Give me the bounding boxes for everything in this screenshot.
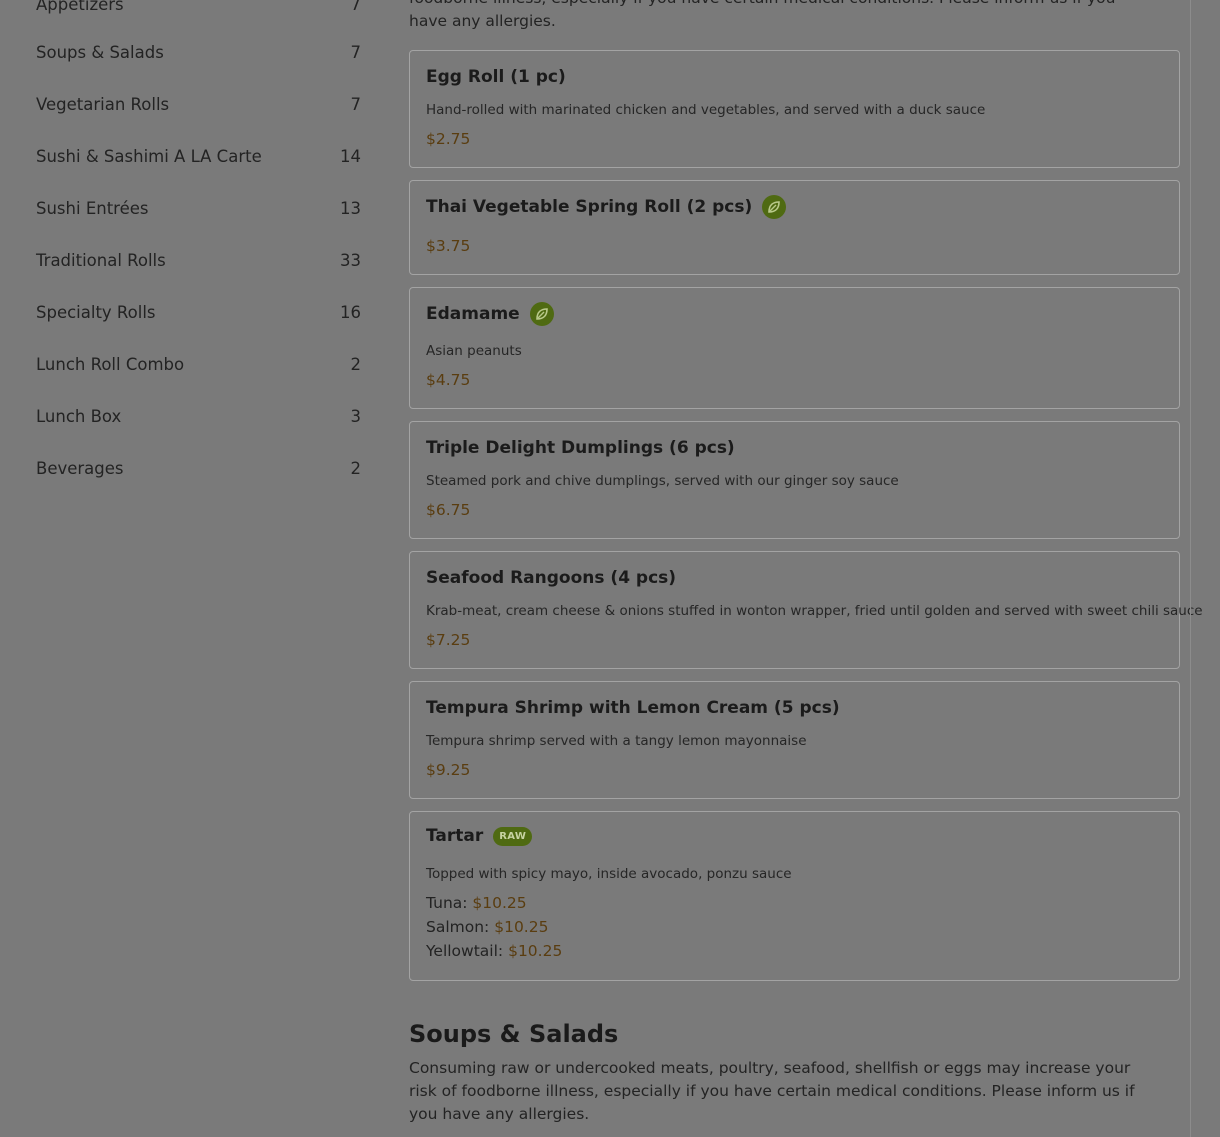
category-traditional-rolls[interactable]: Traditional Rolls 33 bbox=[36, 246, 361, 274]
category-count: 7 bbox=[350, 42, 362, 62]
category-lunch-box[interactable]: Lunch Box 3 bbox=[36, 402, 361, 430]
category-label: Soups & Salads bbox=[36, 42, 164, 62]
item-price: $7.25 bbox=[426, 631, 471, 649]
item-option: Yellowtail: $10.25 bbox=[426, 942, 563, 960]
category-label: Specialty Rolls bbox=[36, 302, 156, 322]
item-option: Tuna: $10.25 bbox=[426, 894, 527, 912]
category-sidebar: Appetizers 7 Soups & Salads 7 Vegetarian… bbox=[0, 0, 395, 1137]
item-name: Edamame bbox=[426, 302, 554, 326]
item-description: Asian peanuts bbox=[426, 343, 522, 359]
category-label: Beverages bbox=[36, 458, 124, 478]
item-description: Topped with spicy mayo, inside avocado, … bbox=[426, 866, 792, 882]
category-beverages[interactable]: Beverages 2 bbox=[36, 454, 361, 482]
item-price: $4.75 bbox=[426, 371, 471, 389]
menu-item-card[interactable]: Seafood Rangoons (4 pcs) Krab-meat, crea… bbox=[409, 551, 1203, 669]
item-price: $2.75 bbox=[426, 130, 471, 148]
category-label: Traditional Rolls bbox=[36, 250, 166, 270]
category-label: Appetizers bbox=[36, 0, 124, 14]
category-sushi-entrees[interactable]: Sushi Entrées 13 bbox=[36, 194, 361, 222]
option-price: $10.25 bbox=[494, 918, 549, 936]
item-price: $3.75 bbox=[426, 237, 471, 255]
category-label: Lunch Box bbox=[36, 406, 122, 426]
item-description: Tempura shrimp served with a tangy lemon… bbox=[426, 733, 807, 749]
category-label: Sushi & Sashimi A LA Carte bbox=[36, 146, 262, 166]
allergy-notice: Consuming raw or undercooked meats, poul… bbox=[409, 1059, 1135, 1123]
category-sushi-sashimi[interactable]: Sushi & Sashimi A LA Carte 14 bbox=[36, 142, 361, 170]
raw-badge: RAW bbox=[493, 826, 533, 846]
allergy-notice: foodborne illness, especially if you hav… bbox=[409, 0, 1115, 30]
scroll-divider bbox=[1190, 0, 1191, 1137]
category-count: 16 bbox=[340, 302, 361, 322]
item-name: Egg Roll (1 pc) bbox=[426, 67, 566, 87]
category-count: 33 bbox=[340, 250, 361, 270]
section-title: Soups & Salads bbox=[409, 1020, 619, 1048]
category-lunch-roll-combo[interactable]: Lunch Roll Combo 2 bbox=[36, 350, 361, 378]
item-description: Steamed pork and chive dumplings, served… bbox=[426, 473, 899, 489]
menu-item-card[interactable]: Egg Roll (1 pc) Hand-rolled with marinat… bbox=[409, 50, 1180, 168]
item-name: Tartar RAW bbox=[426, 826, 533, 846]
menu-item-card[interactable]: Tartar RAW Topped with spicy mayo, insid… bbox=[409, 811, 1180, 981]
category-appetizers[interactable]: Appetizers 7 bbox=[36, 0, 361, 18]
item-price: $9.25 bbox=[426, 761, 471, 779]
option-price: $10.25 bbox=[472, 894, 527, 912]
item-price: $6.75 bbox=[426, 501, 471, 519]
item-description: Krab-meat, cream cheese & onions stuffed… bbox=[426, 603, 1203, 619]
category-label: Sushi Entrées bbox=[36, 198, 149, 218]
category-vegetarian-rolls[interactable]: Vegetarian Rolls 7 bbox=[36, 90, 361, 118]
category-count: 3 bbox=[350, 406, 362, 426]
item-name: Tempura Shrimp with Lemon Cream (5 pcs) bbox=[426, 698, 840, 718]
menu-item-card[interactable]: Thai Vegetable Spring Roll (2 pcs) $3.75 bbox=[409, 180, 1180, 275]
category-count: 2 bbox=[350, 458, 362, 478]
menu-item-card[interactable]: Tempura Shrimp with Lemon Cream (5 pcs) … bbox=[409, 681, 1180, 799]
vegetarian-leaf-icon bbox=[529, 302, 554, 326]
item-name: Seafood Rangoons (4 pcs) bbox=[426, 568, 677, 588]
item-option: Salmon: $10.25 bbox=[426, 918, 549, 936]
item-description: Hand-rolled with marinated chicken and v… bbox=[426, 102, 986, 118]
category-count: 7 bbox=[350, 0, 362, 14]
category-specialty-rolls[interactable]: Specialty Rolls 16 bbox=[36, 298, 361, 326]
category-soups-salads[interactable]: Soups & Salads 7 bbox=[36, 38, 361, 66]
category-count: 7 bbox=[350, 94, 362, 114]
menu-item-card[interactable]: Edamame Asian peanuts $4.75 bbox=[409, 287, 1180, 409]
menu-content: foodborne illness, especially if you hav… bbox=[409, 0, 1203, 1137]
menu-item-card[interactable]: Triple Delight Dumplings (6 pcs) Steamed… bbox=[409, 421, 1180, 539]
option-price: $10.25 bbox=[508, 942, 563, 960]
item-name: Triple Delight Dumplings (6 pcs) bbox=[426, 438, 735, 458]
category-label: Vegetarian Rolls bbox=[36, 94, 170, 114]
category-label: Lunch Roll Combo bbox=[36, 354, 185, 374]
category-count: 14 bbox=[340, 146, 361, 166]
item-name: Thai Vegetable Spring Roll (2 pcs) bbox=[426, 195, 787, 219]
vegetarian-leaf-icon bbox=[762, 195, 787, 219]
category-count: 2 bbox=[350, 354, 362, 374]
category-count: 13 bbox=[340, 198, 361, 218]
